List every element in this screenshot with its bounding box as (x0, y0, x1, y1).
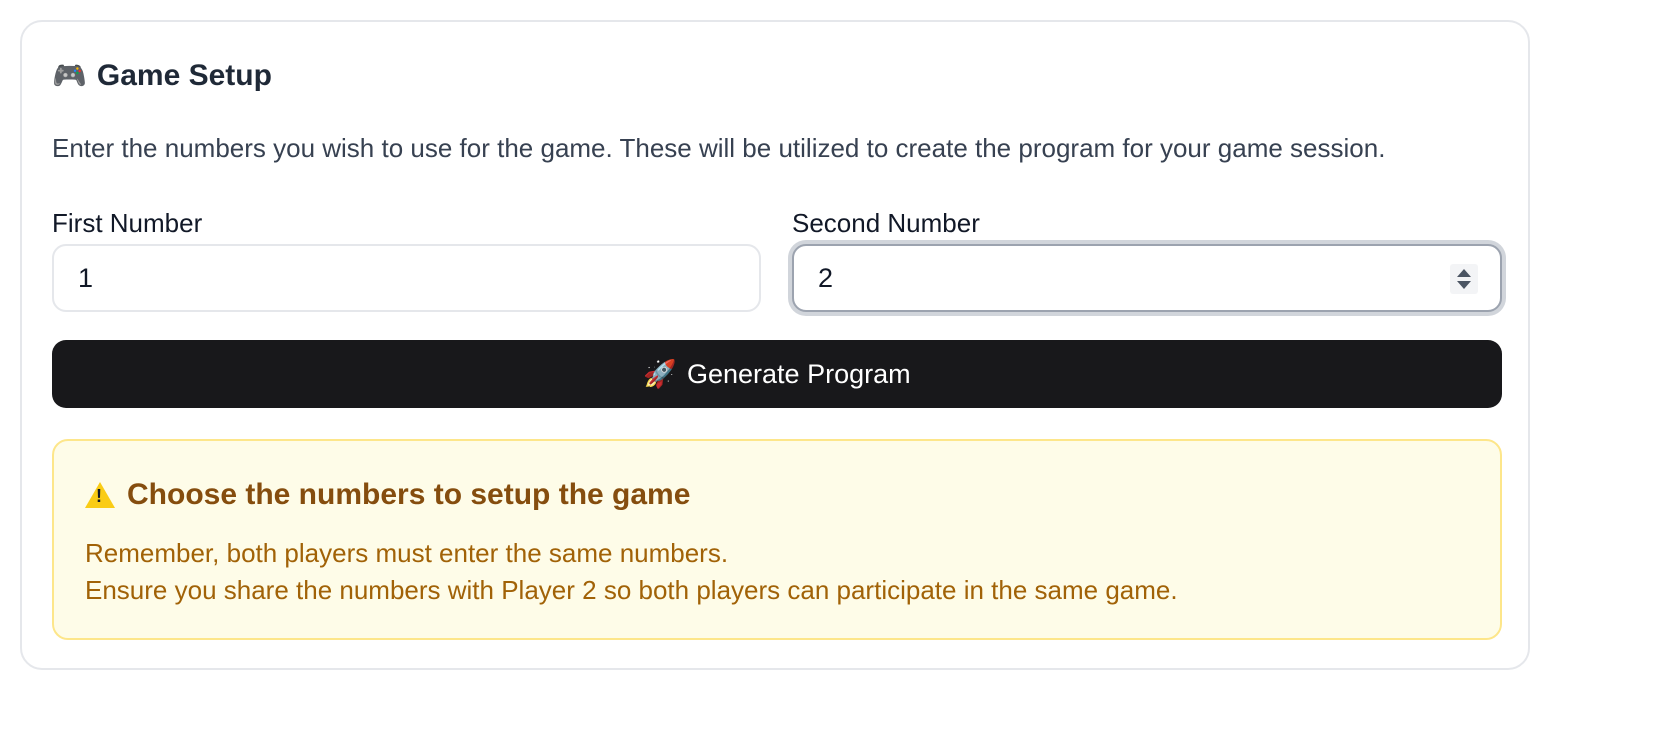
gamepad-icon: 🎮 (52, 60, 87, 91)
rocket-icon: 🚀 (643, 359, 677, 389)
page-title-text: Game Setup (96, 59, 272, 92)
second-number-label: Second Number (792, 208, 980, 238)
notice-title-text: Choose the numbers to setup the game (127, 478, 691, 511)
first-number-wrap (52, 244, 761, 312)
setup-notice: Choose the numbers to setup the game Rem… (52, 439, 1502, 640)
stepper-up-icon[interactable] (1457, 269, 1471, 277)
notice-title: Choose the numbers to setup the game (85, 475, 690, 515)
stepper-down-icon[interactable] (1457, 281, 1471, 289)
generate-program-button[interactable]: 🚀 Generate Program (52, 340, 1502, 408)
game-setup-card: 🎮 Game Setup Enter the numbers you wish … (20, 20, 1530, 670)
warning-icon (85, 482, 115, 508)
generate-program-label: Generate Program (687, 358, 911, 389)
setup-description: Enter the numbers you wish to use for th… (52, 133, 1386, 163)
notice-line-2: Ensure you share the numbers with Player… (85, 575, 1178, 605)
number-stepper[interactable] (1450, 264, 1478, 294)
page-title: 🎮 Game Setup (52, 56, 272, 96)
second-number-input[interactable] (792, 244, 1502, 312)
first-number-input[interactable] (52, 244, 761, 312)
second-number-wrap (792, 244, 1502, 312)
first-number-field: First Number (52, 206, 761, 312)
notice-line-1: Remember, both players must enter the sa… (85, 538, 729, 568)
first-number-label: First Number (52, 208, 203, 238)
second-number-field: Second Number (792, 206, 1502, 312)
